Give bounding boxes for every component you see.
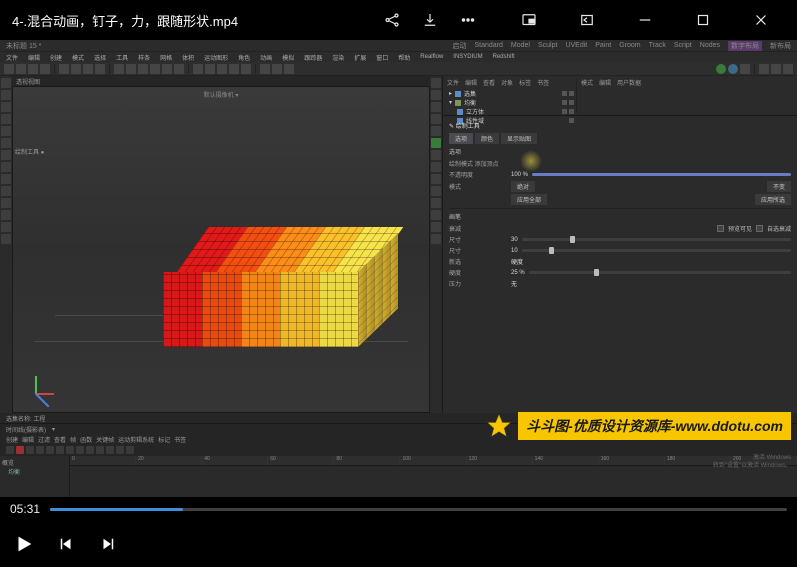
- axis-gizmo: [31, 366, 63, 398]
- promo-banner[interactable]: 斗斗图-优质设计资源库-www.ddotu.com: [486, 411, 791, 441]
- track-item[interactable]: 均衡: [2, 467, 67, 476]
- compact-icon[interactable]: [569, 2, 605, 38]
- window-title: 4-.混合动画，钉子，力，跟随形状.mp4: [12, 11, 238, 30]
- maximize-icon[interactable]: [685, 2, 721, 38]
- c4d-main-toolbar: [0, 62, 797, 76]
- attr-tab[interactable]: 显示贴图: [501, 133, 537, 144]
- play-button[interactable]: [12, 532, 36, 556]
- cursor-highlight: [520, 150, 542, 172]
- attr-tab[interactable]: 颜色: [475, 133, 499, 144]
- attribute-manager: ✎ 绘制工具 选项 颜色 显示贴图 选项 绘制模式 添加顶点 不透明度100 %…: [443, 116, 797, 413]
- progress-bar[interactable]: [50, 508, 787, 511]
- timeline-tracks[interactable]: 020406080100120140160180200: [70, 456, 797, 497]
- object-item[interactable]: ▸选集: [447, 89, 576, 98]
- left-tool-palette: [0, 76, 12, 413]
- doc-tab[interactable]: 未标题 15 *: [6, 41, 41, 51]
- c4d-menubar: 文件编辑创建模式选择工具样条网格体积运动图形角色动画模拟跟踪器渲染扩展窗口帮助R…: [0, 52, 797, 62]
- camera-label[interactable]: 默认摄像机 ▾: [204, 90, 239, 99]
- media-player-controls: 05:31: [0, 497, 797, 567]
- more-icon[interactable]: [455, 7, 481, 33]
- render-picture-icon[interactable]: [716, 64, 726, 74]
- attr-tab[interactable]: 选项: [449, 133, 473, 144]
- windows-watermark: 激活 Windows转到"设置"以激活 Windows。: [713, 455, 791, 471]
- prev-button[interactable]: [54, 532, 78, 556]
- video-area[interactable]: 未标题 15 * 启动 Standard Model Sculpt UVEdit…: [0, 40, 797, 497]
- titlebar: 4-.混合动画，钉子，力，跟随形状.mp4: [0, 0, 797, 40]
- download-icon[interactable]: [417, 7, 443, 33]
- minimize-icon[interactable]: [627, 2, 663, 38]
- attr-title: ✎ 绘制工具: [449, 121, 791, 130]
- object-item[interactable]: ▾均衡: [447, 98, 576, 107]
- opacity-slider[interactable]: [532, 173, 791, 176]
- object-manager: 文件编辑查看对象标签书签 ▸选集 ▾均衡 立方体 线性域 模式编辑用户数据: [443, 76, 797, 116]
- current-time: 05:31: [10, 502, 40, 516]
- gradient-cube: [163, 227, 373, 347]
- object-item[interactable]: 立方体: [447, 107, 576, 116]
- banner-text: 斗斗图-优质设计资源库-www.ddotu.com: [518, 412, 791, 440]
- viewport-tabs: 透视视图: [12, 76, 430, 86]
- toolbar-button[interactable]: [4, 64, 14, 74]
- c4d-doc-tabs: 未标题 15 * 启动 Standard Model Sculpt UVEdit…: [0, 40, 797, 52]
- perspective-viewport[interactable]: 默认摄像机 ▾ 绘制工具 ●: [12, 86, 430, 413]
- close-icon[interactable]: [743, 2, 779, 38]
- right-tool-palette: [430, 76, 442, 413]
- share-icon[interactable]: [379, 7, 405, 33]
- star-icon: [486, 413, 512, 439]
- size-slider[interactable]: [522, 238, 791, 241]
- next-button[interactable]: [96, 532, 120, 556]
- pip-icon[interactable]: [511, 2, 547, 38]
